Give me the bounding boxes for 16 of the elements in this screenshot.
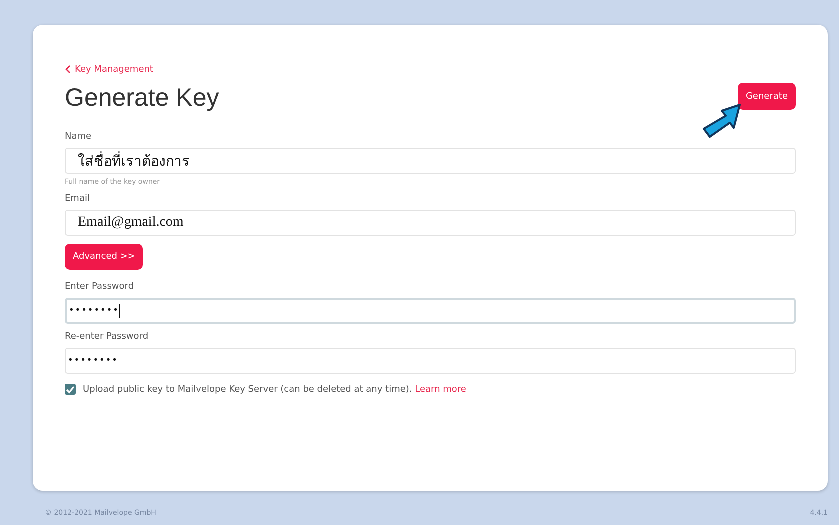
checkbox[interactable] <box>65 384 76 395</box>
field-label: Email <box>65 194 91 204</box>
password-field[interactable]: •••••••• <box>65 348 796 374</box>
advanced-button[interactable]: Advanced >> <box>65 244 144 270</box>
password-field[interactable]: •••••••• <box>65 298 796 324</box>
upload-label: Upload public key to Mailvelope Key Server (can be deleted at any time). Learn more <box>83 384 466 394</box>
back-link[interactable]: Key Management <box>65 64 154 74</box>
page-title: Generate Key <box>65 84 220 113</box>
chevron-left-icon <box>65 65 71 74</box>
input-field[interactable]: Email@gmail.com <box>65 210 796 236</box>
learn-more-link[interactable]: Learn more <box>415 384 466 394</box>
field-label: Re-enter Password <box>65 332 150 342</box>
field-label: Name <box>65 132 93 142</box>
input-field[interactable]: ใส่ชื่อที่เราต้องการ <box>65 148 796 174</box>
generate-button[interactable]: Generate <box>738 83 796 110</box>
field-label: Enter Password <box>65 282 136 292</box>
